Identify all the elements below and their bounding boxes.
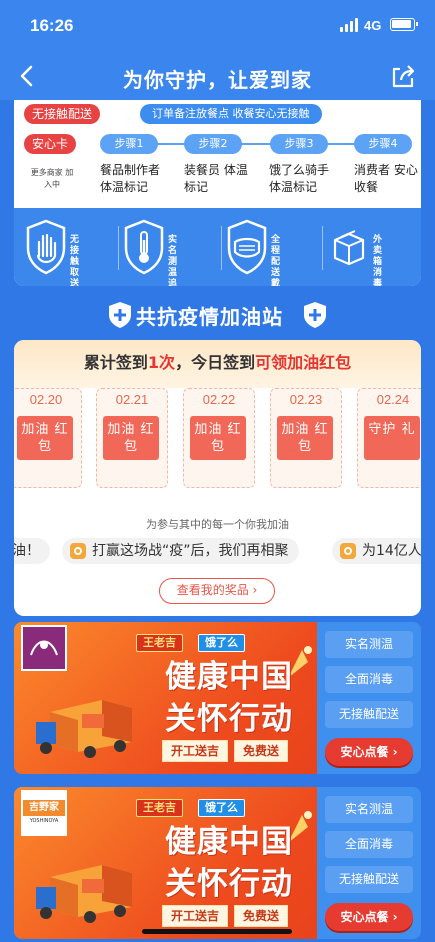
safety-features-band: 无接触 取送餐 实名 测温追踪 全程配送 戴口罩 外卖箱 消毒 xyxy=(14,208,421,286)
contactless-button[interactable]: 无接触配送 xyxy=(325,701,413,728)
section-title: 共抗疫情加油站 xyxy=(0,300,435,330)
red-packet: 加油 红包 xyxy=(190,416,246,460)
navigation-bar: 为你守护，让爱到家 xyxy=(0,52,435,100)
promo-chip: 免费送 xyxy=(234,740,289,762)
step-2-desc: 装餐员 体温标记 xyxy=(184,163,248,194)
gift-box: 守护 礼 xyxy=(364,416,420,460)
promo-slogan: 健康中国 关怀行动 xyxy=(165,659,293,737)
promo-card-2: 吉野家 YOSHINOYA 王老吉 饿了么 健康中国 关怀行动 开工送吉 免费送… xyxy=(14,787,421,939)
checkin-day-1[interactable]: 02.20 加油 红包 xyxy=(14,388,82,488)
divider xyxy=(221,226,222,270)
step-2-badge: 步骤2 xyxy=(184,134,242,154)
step-4-desc: 消费者 安心收餐 xyxy=(354,163,418,194)
checkin-middle: ，今日签到 xyxy=(175,353,256,372)
thermometer-icon xyxy=(124,219,164,275)
day-date: 02.21 xyxy=(115,392,149,407)
eleme-logo-icon xyxy=(340,543,356,559)
brand-tag: 王老吉 xyxy=(136,634,183,652)
promo-banner[interactable]: 王老吉 饿了么 健康中国 关怀行动 开工送吉 免费送 xyxy=(14,622,317,774)
cheer-message: 打赢这场战“疫”后，我们再相聚 xyxy=(62,538,299,564)
delivery-truck-illustration xyxy=(36,700,132,758)
checkin-day-5[interactable]: 02.24 守护 礼 xyxy=(357,388,421,488)
real-name-temp-button[interactable]: 实名测温 xyxy=(325,796,413,823)
shield-plus-icon xyxy=(304,302,326,328)
step-3-desc: 饿了么骑手 体温标记 xyxy=(269,163,330,194)
network-type: 4G xyxy=(364,18,382,33)
red-packet: 加油 红包 xyxy=(277,416,333,460)
checkin-day-3[interactable]: 02.22 加油 红包 xyxy=(183,388,255,488)
message-text: 为14亿人 xyxy=(362,543,421,559)
more-merchants-note: 更多商家 加入中 xyxy=(30,168,74,189)
merchant-logo xyxy=(21,625,67,671)
checkin-card: 累计签到1次，今日签到可领加油红包 02.20 加油 红包 02.21 加油 红… xyxy=(14,340,421,616)
feature-label: 实名 测温追踪 xyxy=(168,235,178,286)
battery-icon xyxy=(390,18,418,31)
day-date: 02.20 xyxy=(29,392,63,407)
day-date: 02.23 xyxy=(289,392,323,407)
checkin-prefix: 累计签到 xyxy=(83,353,148,372)
contactless-button[interactable]: 无接触配送 xyxy=(325,866,413,893)
feature-label: 外卖箱 消毒 xyxy=(373,235,383,286)
signal-icon xyxy=(340,18,360,32)
order-note-pill: 订单备注放餐点 收餐安心无接触 xyxy=(140,104,322,124)
safety-process-card: 无接触配送 订单备注放餐点 收餐安心无接触 安心卡 更多商家 加入中 步骤1 步… xyxy=(14,100,421,286)
day-date: 02.22 xyxy=(202,392,236,407)
yoshinoya-logo: 吉野家 YOSHINOYA xyxy=(21,790,67,836)
cheer-message: 油！ xyxy=(14,538,50,564)
feature-label: 无接触 取送餐 xyxy=(70,235,80,286)
safe-order-button[interactable]: 安心点餐 › xyxy=(325,738,413,766)
real-name-temp-button[interactable]: 实名测温 xyxy=(325,631,413,658)
safe-card-tag: 安心卡 xyxy=(24,134,77,154)
home-indicator[interactable] xyxy=(142,929,292,934)
eleme-logo-icon xyxy=(70,543,86,559)
red-packet: 加油 红包 xyxy=(103,416,159,460)
hand-icon xyxy=(26,219,66,275)
shield-plus-icon xyxy=(109,302,131,328)
step-1-badge: 步骤1 xyxy=(100,134,158,154)
disinfect-button[interactable]: 全面消毒 xyxy=(325,666,413,693)
promo-banner[interactable]: 吉野家 YOSHINOYA 王老吉 饿了么 健康中国 关怀行动 开工送吉 免费送 xyxy=(14,787,317,939)
status-time: 16:26 xyxy=(30,16,74,35)
brand-tag: 饿了么 xyxy=(198,634,245,652)
package-icon xyxy=(333,230,365,266)
divider xyxy=(118,226,119,270)
promo-slogan: 健康中国 关怀行动 xyxy=(165,824,293,902)
page-title: 为你守护，让爱到家 xyxy=(123,68,312,92)
promo-chip: 开工送吉 xyxy=(162,740,229,762)
step-1-desc: 餐品制作者 体温标记 xyxy=(100,163,161,194)
status-bar: 16:26 4G xyxy=(0,0,435,52)
cheer-message: 为14亿人 xyxy=(332,538,421,564)
contactless-delivery-tag: 无接触配送 xyxy=(24,104,101,124)
red-packet: 加油 红包 xyxy=(17,416,73,460)
share-icon[interactable] xyxy=(389,62,417,90)
promo-chip: 免费送 xyxy=(234,905,289,927)
mask-icon xyxy=(227,219,267,275)
checkin-headline: 累计签到1次，今日签到可领加油红包 xyxy=(14,340,421,388)
view-prizes-button[interactable]: 查看我的奖品 › xyxy=(159,578,275,604)
promo-chip: 开工送吉 xyxy=(162,905,229,927)
checkin-day-4[interactable]: 02.23 加油 红包 xyxy=(270,388,342,488)
brand-tag: 饿了么 xyxy=(198,799,245,817)
divider xyxy=(322,226,323,270)
step-3-badge: 步骤3 xyxy=(270,134,328,154)
logo-text: 吉野家 xyxy=(23,800,65,816)
checkin-day-2[interactable]: 02.21 加油 红包 xyxy=(96,388,168,488)
safe-order-button[interactable]: 安心点餐 › xyxy=(325,903,413,931)
feature-label: 全程配送 戴口罩 xyxy=(271,235,281,286)
promo-card-1: 王老吉 饿了么 健康中国 关怀行动 开工送吉 免费送 实名测温 全面消毒 无接触… xyxy=(14,622,421,774)
checkin-count: 1次 xyxy=(147,353,176,372)
step-4-badge: 步骤4 xyxy=(354,134,412,154)
day-date: 02.24 xyxy=(376,392,410,407)
brand-tag: 王老吉 xyxy=(136,799,183,817)
section-title-text: 共抗疫情加油站 xyxy=(136,305,283,329)
message-text: 油！ xyxy=(14,543,40,559)
delivery-truck-illustration xyxy=(36,865,132,923)
disinfect-button[interactable]: 全面消毒 xyxy=(325,831,413,858)
cheer-label: 为参与其中的每一个你我加油 xyxy=(146,518,289,531)
checkin-reward: 可领加油红包 xyxy=(255,353,352,372)
message-text: 打赢这场战“疫”后，我们再相聚 xyxy=(92,543,289,559)
logo-subtext: YOSHINOYA xyxy=(29,818,59,824)
